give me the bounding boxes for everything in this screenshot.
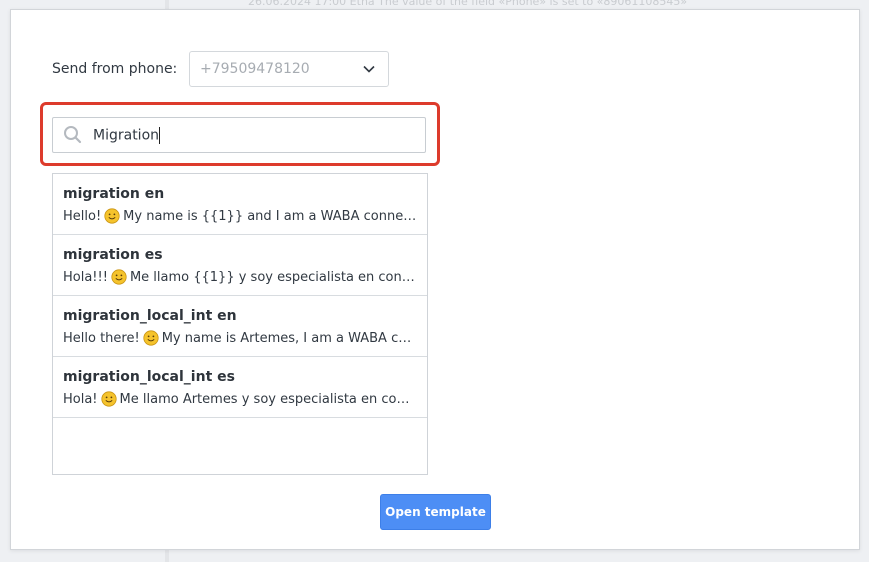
smile-emoji-icon: [111, 269, 127, 285]
smile-emoji-icon: [100, 391, 117, 407]
send-from-label: Send from phone:: [52, 61, 178, 77]
template-preview: Hello there! My name is Artemes, I am a …: [63, 330, 417, 346]
template-modal: Send from phone: +79509478120 Migration …: [10, 9, 860, 550]
template-preview: Hola!!! Me llamo {{1}} y soy especialist…: [63, 269, 417, 285]
search-input[interactable]: Migration: [93, 126, 393, 144]
send-from-phone-select[interactable]: +79509478120: [189, 51, 389, 87]
template-title: migration_local_int en: [63, 308, 237, 324]
template-title: migration_local_int es: [63, 369, 235, 385]
send-from-phone-value: +79509478120: [200, 61, 310, 77]
template-results-list: migration en Hello! My name is {{1}} and…: [52, 173, 428, 475]
list-item[interactable]: migration_local_int en Hello there! My n…: [53, 296, 427, 357]
search-icon: [64, 126, 82, 144]
open-template-button[interactable]: Open template: [380, 494, 491, 530]
smile-emoji-icon: [104, 208, 120, 224]
background-log-entry: 26.06.2024 17:00 Etna The value of the f…: [248, 0, 688, 8]
template-preview: Hola! Me llamo Artemes y soy especialist…: [63, 391, 417, 407]
list-item[interactable]: migration es Hola!!! Me llamo {{1}} y so…: [53, 235, 427, 296]
smile-emoji-icon: [143, 330, 159, 346]
text-caret: [159, 126, 161, 144]
search-field[interactable]: Migration: [52, 117, 426, 153]
template-preview: Hello! My name is {{1}} and I am a WABA …: [63, 208, 417, 224]
template-title: migration es: [63, 247, 163, 263]
list-item[interactable]: migration en Hello! My name is {{1}} and…: [53, 174, 427, 235]
send-from-row: Send from phone: +79509478120: [52, 51, 389, 87]
list-item[interactable]: migration_local_int es Hola! Me llamo Ar…: [53, 357, 427, 418]
template-title: migration en: [63, 186, 165, 202]
chevron-down-icon: [363, 65, 375, 73]
